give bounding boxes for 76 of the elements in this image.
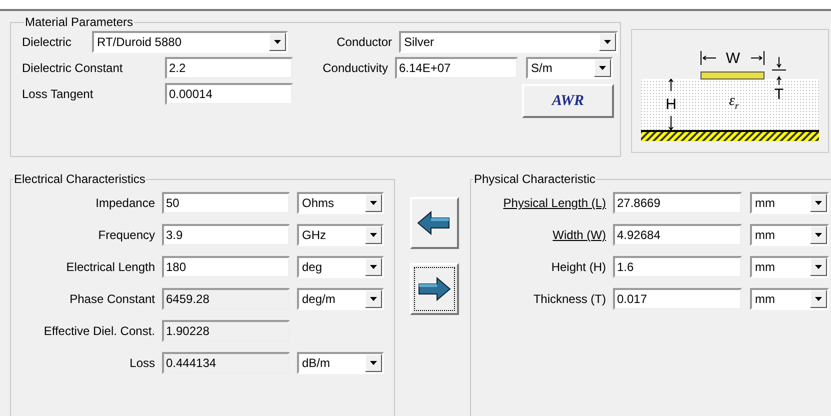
dropdown-arrow-button[interactable] [365,354,382,372]
unit-dropdown[interactable]: mm [750,288,829,310]
caret-icon [274,40,281,44]
value-field[interactable]: 50 [162,192,290,214]
value-field[interactable]: 3.9 [162,224,290,246]
dielectric-constant-field[interactable]: 2.2 [165,57,293,79]
unit-dropdown[interactable]: mm [750,224,829,246]
dropdown-arrow-button[interactable] [365,290,382,308]
dropdown-arrow-button[interactable] [365,194,382,212]
field-label: Impedance [94,196,156,210]
field-label: Loss [128,356,156,370]
caret-icon [370,201,377,205]
field-label: Conductor [336,35,393,49]
group-title: Material Parameters [24,15,134,29]
dimension-label: T [774,86,784,102]
unit-dropdown[interactable]: dB/m [297,352,384,374]
loss-tangent-field[interactable]: 0.00014 [165,83,293,105]
dropdown-arrow-button[interactable] [269,33,286,51]
synthesize-button[interactable] [410,263,458,315]
field-label: Phase Constant [68,292,156,306]
logo-button[interactable]: AWR [522,84,614,118]
value-field[interactable]: 0.444134 [162,352,290,374]
group-title: Electrical Characteristics [13,172,146,186]
caret-icon [815,297,822,301]
dropdown-arrow-button[interactable] [810,258,827,276]
field-label: Height (H) [550,260,607,274]
unit-dropdown[interactable]: Ohms [297,192,384,214]
dimension-label: W [726,50,740,66]
permittivity-label: ε$_{r}$ [729,92,739,112]
dropdown-arrow-button[interactable] [365,226,382,244]
value-field[interactable]: 27.8669 [613,192,742,214]
field-label: Electrical Length [65,260,156,274]
value-field[interactable]: 0.017 [613,288,742,310]
caret-icon [815,201,822,205]
right-arrow-icon [417,276,451,302]
field-label: Physical Length (L) [502,196,607,210]
caret-icon [599,66,606,70]
left-arrow-icon [417,210,451,236]
dielectric-dropdown[interactable]: RT/Duroid 5880 [92,31,288,53]
group-title: Physical Characteristic [473,172,596,186]
dropdown-arrow-button[interactable] [810,226,827,244]
dropdown-arrow-button[interactable] [599,33,616,51]
unit-dropdown[interactable]: deg [297,256,384,278]
value-field[interactable]: 6459.28 [162,288,290,310]
unit-dropdown[interactable]: mm [750,256,829,278]
caret-icon [370,233,377,237]
field-label: Dielectric [22,35,72,49]
field-label: Frequency [97,228,156,242]
unit-dropdown[interactable]: GHz [297,224,384,246]
caret-icon [604,40,611,44]
value-field[interactable]: 180 [162,256,290,278]
caret-icon [370,297,377,301]
dropdown-arrow-button[interactable] [594,59,611,77]
dimension-label: H [666,96,676,112]
caret-icon [815,265,822,269]
field-label: Loss Tangent [22,87,94,101]
field-label: Thickness (T) [532,292,607,306]
dropdown-arrow-button[interactable] [365,258,382,276]
unit-dropdown[interactable]: S/m [526,57,613,79]
field-label: Width (W) [552,228,607,242]
dropdown-arrow-button[interactable] [810,194,827,212]
field-label: Conductivity [322,61,389,75]
unit-dropdown[interactable]: deg/m [297,288,384,310]
dropdown-arrow-button[interactable] [810,290,827,308]
value-field[interactable]: 1.6 [613,256,742,278]
caret-icon [815,233,822,237]
caret-icon [370,361,377,365]
analyze-button[interactable] [410,197,458,249]
field-label: Effective Diel. Const. [42,324,156,338]
conductor-dropdown[interactable]: Silver [399,31,618,53]
value-field[interactable]: 1.90228 [162,320,290,342]
caret-icon [370,265,377,269]
conductivity-field[interactable]: 6.14E+07 [395,57,518,79]
unit-dropdown[interactable]: mm [750,192,829,214]
field-label: Dielectric Constant [22,61,124,75]
value-field[interactable]: 4.92684 [613,224,742,246]
